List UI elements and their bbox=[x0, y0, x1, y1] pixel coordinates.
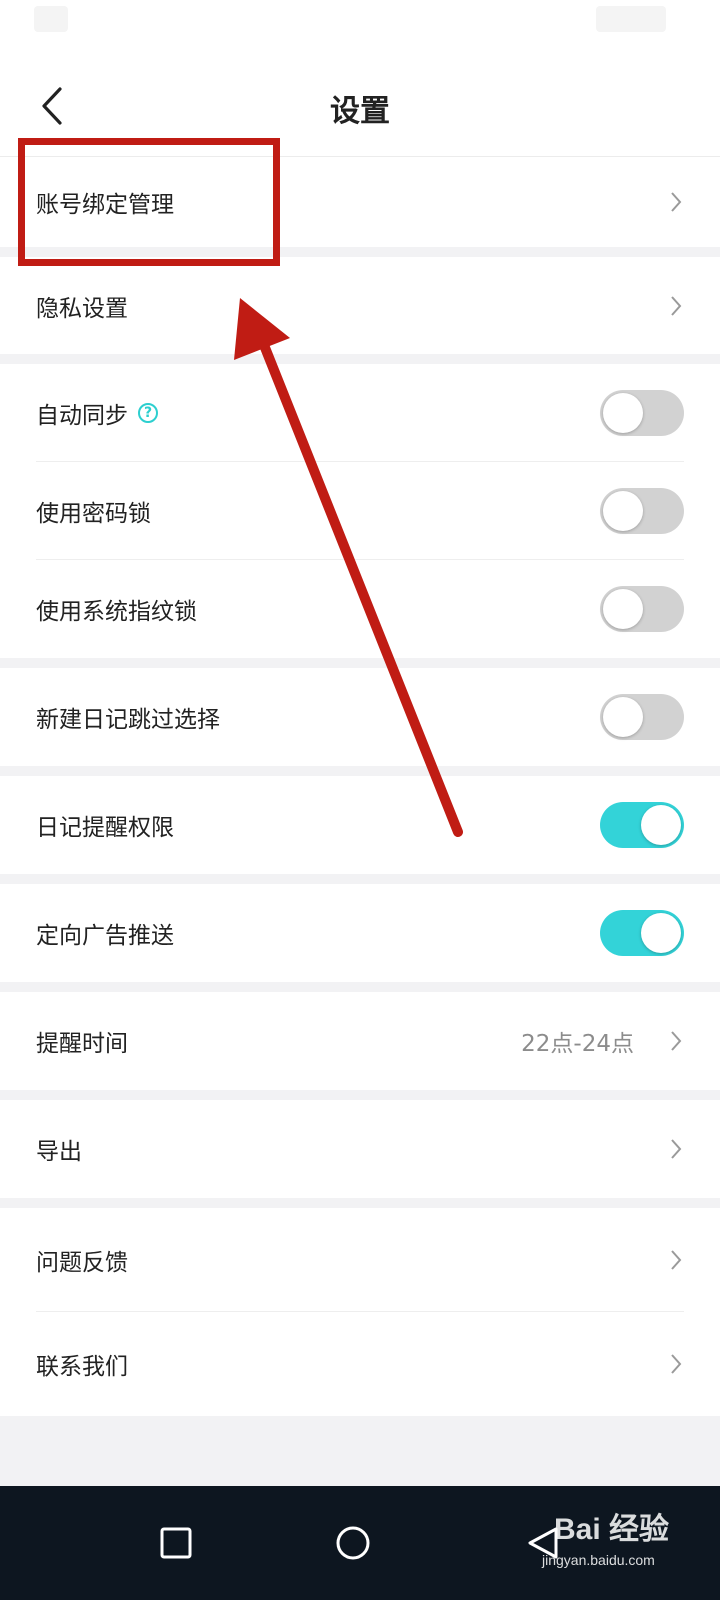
targeted-ads-label: 定向广告推送 bbox=[36, 923, 174, 949]
reminder-permission-row: 日记提醒权限 bbox=[0, 776, 720, 874]
auto-sync-toggle[interactable] bbox=[600, 390, 684, 436]
chevron-right-icon bbox=[668, 1248, 684, 1272]
header: 设置 bbox=[0, 70, 720, 157]
privacy-settings-label: 隐私设置 bbox=[36, 295, 128, 322]
password-lock-toggle[interactable] bbox=[600, 488, 684, 534]
export-row[interactable]: 导出 bbox=[0, 1100, 720, 1198]
account-binding-label: 账号绑定管理 bbox=[36, 192, 174, 218]
square-icon bbox=[160, 1527, 192, 1559]
chevron-right-icon bbox=[668, 1137, 684, 1161]
chevron-right-icon bbox=[668, 1352, 684, 1376]
privacy-settings-row[interactable]: 隐私设置 bbox=[0, 257, 720, 354]
recent-apps-button[interactable] bbox=[141, 1508, 211, 1578]
reminder-permission-label: 日记提醒权限 bbox=[36, 815, 174, 841]
fingerprint-lock-row: 使用系统指纹锁 bbox=[0, 560, 720, 658]
page-title: 设置 bbox=[330, 94, 390, 129]
home-button[interactable] bbox=[318, 1508, 388, 1578]
skip-select-label: 新建日记跳过选择 bbox=[36, 707, 220, 733]
skip-select-toggle[interactable] bbox=[600, 694, 684, 740]
targeted-ads-toggle[interactable] bbox=[600, 910, 684, 956]
password-lock-label: 使用密码锁 bbox=[36, 501, 151, 527]
chevron-right-icon bbox=[668, 294, 684, 318]
chevron-right-icon bbox=[668, 190, 684, 214]
status-right-indicator bbox=[596, 6, 666, 32]
settings-list: 账号绑定管理 隐私设置 自动同步? 使用密码锁 使用系统指纹锁 新建日记跳过选择… bbox=[0, 157, 720, 1416]
feedback-row[interactable]: 问题反馈 bbox=[0, 1208, 720, 1312]
circle-icon bbox=[336, 1526, 370, 1560]
skip-select-row: 新建日记跳过选择 bbox=[0, 668, 720, 766]
export-label: 导出 bbox=[36, 1139, 82, 1165]
contact-row[interactable]: 联系我们 bbox=[0, 1312, 720, 1416]
reminder-time-label: 提醒时间 bbox=[36, 1031, 128, 1057]
reminder-time-row[interactable]: 提醒时间 22点-24点 bbox=[0, 992, 720, 1090]
status-left-indicator bbox=[34, 6, 68, 32]
reminder-permission-toggle[interactable] bbox=[600, 802, 684, 848]
status-bar bbox=[0, 0, 720, 70]
targeted-ads-row: 定向广告推送 bbox=[0, 884, 720, 982]
auto-sync-row: 自动同步? bbox=[0, 364, 720, 462]
feedback-label: 问题反馈 bbox=[36, 1250, 128, 1276]
auto-sync-label: 自动同步 bbox=[36, 403, 128, 429]
fingerprint-lock-toggle[interactable] bbox=[600, 586, 684, 632]
reminder-time-value: 22点-24点 bbox=[521, 1031, 634, 1057]
fingerprint-lock-label: 使用系统指纹锁 bbox=[36, 599, 197, 625]
password-lock-row: 使用密码锁 bbox=[0, 462, 720, 560]
contact-label: 联系我们 bbox=[36, 1354, 128, 1380]
chevron-right-icon bbox=[668, 1029, 684, 1053]
account-binding-row[interactable]: 账号绑定管理 bbox=[0, 157, 720, 247]
baidu-jingyan-watermark: Bai 经验 jingyan.baidu.com bbox=[542, 1513, 670, 1568]
help-circle-icon[interactable]: ? bbox=[138, 403, 158, 423]
